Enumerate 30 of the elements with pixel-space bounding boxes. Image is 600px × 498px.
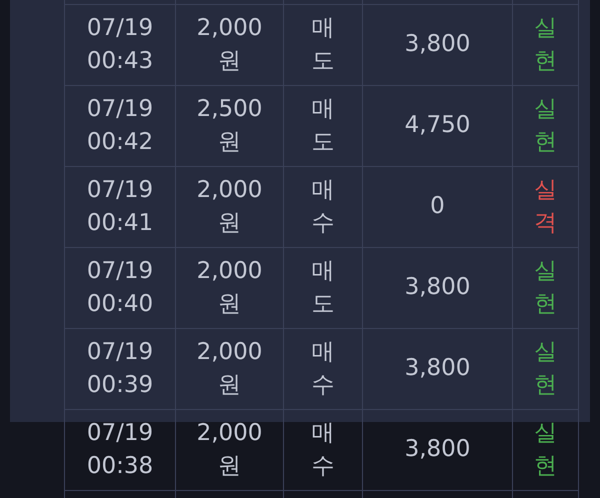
result-cell-text: 실격 [534, 176, 557, 238]
amount-cell-text: 2,000 원 [196, 14, 264, 76]
price-cell-text: 3,800 [404, 354, 470, 384]
trade-type-cell-text: 매수 [312, 176, 334, 238]
result-cell-text: 실현 [534, 14, 557, 76]
price-cell-text: 0 [430, 192, 445, 222]
trade-type-cell-text: 매도 [312, 94, 334, 157]
amount-cell-text: 2,000 원 [196, 338, 264, 400]
amount-cell-text: 2,500 원 [196, 94, 264, 157]
price-cell-text: 3,800 [404, 435, 470, 464]
price-cell-text: 4,750 [404, 111, 470, 140]
trade-type-cell-text: 매도 [312, 14, 334, 76]
trade-type-cell-text: 매도 [312, 256, 334, 319]
time-cell-text: 07/19 00:42 [86, 94, 154, 157]
time-cell-text: 07/19 00:40 [86, 256, 154, 319]
price-cell-text: 3,800 [404, 30, 470, 60]
amount-cell-text: 2,000 원 [196, 418, 264, 481]
amount-cell-text: 2,000 원 [196, 256, 264, 319]
trade-type-cell-text: 매수 [312, 338, 334, 400]
time-cell-text: 07/19 00:43 [86, 14, 154, 76]
price-cell-text: 3,800 [404, 273, 470, 302]
trade-type-cell-text: 매수 [312, 418, 334, 481]
result-cell-text: 실현 [534, 94, 557, 157]
time-cell-text: 07/19 00:39 [86, 338, 154, 400]
result-cell-text: 실현 [534, 256, 557, 319]
time-cell-text: 07/19 00:41 [86, 176, 154, 238]
time-cell-text: 07/19 00:38 [86, 418, 154, 481]
result-cell-text: 실현 [534, 418, 557, 481]
result-cell-text: 실현 [534, 338, 557, 400]
amount-cell-text: 2,000 원 [196, 176, 264, 238]
